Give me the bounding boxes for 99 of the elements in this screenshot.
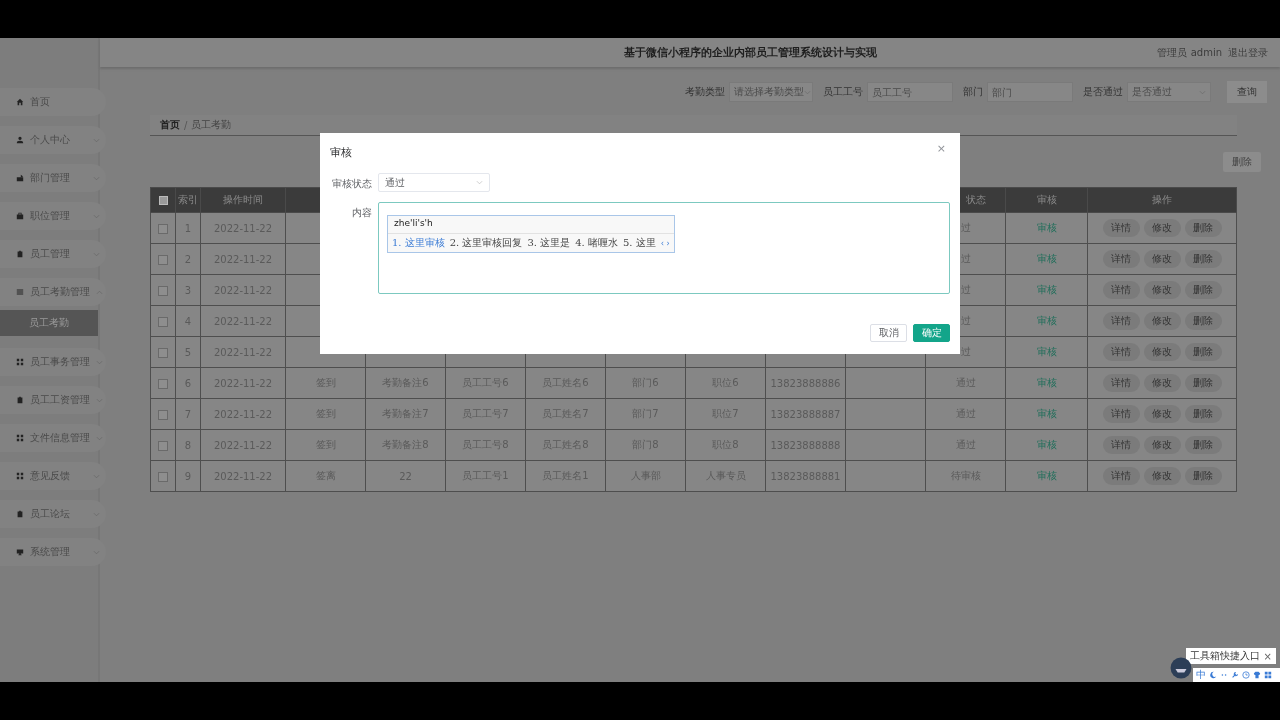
row-checkbox[interactable] [158,471,168,482]
ime-candidate[interactable]: 3. 这里是 [527,236,571,250]
close-button[interactable]: × [1263,650,1272,662]
row-checkbox[interactable] [158,316,168,327]
field-label: 审核状态 [331,177,372,191]
review-link[interactable]: 审核 [1036,315,1057,326]
cancel-button[interactable]: 取消 [870,324,907,342]
system-title: 基于微信小程序的企业内部员工管理系统设计与实现 [623,45,879,60]
filter-label: 是否通过 [1083,85,1123,99]
clipboard-icon [16,396,24,404]
review-link[interactable]: 审核 [1036,222,1057,233]
logout-link[interactable]: 退出登录 [1228,45,1268,60]
user-icon [16,136,24,144]
row-checkbox[interactable] [158,285,168,296]
column-header: 审核 [1005,187,1088,213]
column-header: 操作时间 [200,187,286,213]
submenu-item[interactable]: 员工考勤 [0,310,98,336]
breadcrumb-link[interactable]: 首页 [160,118,180,132]
action-button[interactable]: 详情 [1102,312,1140,330]
action-button[interactable]: 修改 [1143,219,1181,237]
wrench-icon[interactable] [1231,671,1239,679]
action-button[interactable]: 详情 [1102,405,1140,423]
filter-label: 员工工号 [823,85,863,99]
ime-candidate[interactable]: 1. 这里审核 [392,236,445,250]
action-button[interactable]: 删除 [1184,250,1222,268]
action-button[interactable]: 删除 [1184,374,1222,392]
action-button[interactable]: 修改 [1143,467,1181,485]
row-checkbox[interactable] [158,440,168,451]
filter-label: 部门 [963,85,983,99]
briefcase-icon [16,174,24,182]
action-button[interactable]: 详情 [1102,343,1140,361]
action-button[interactable]: 详情 [1102,250,1140,268]
grid-icon [16,358,24,366]
action-button[interactable]: 详情 [1102,219,1140,237]
action-button[interactable]: 删除 [1184,312,1222,330]
action-button[interactable]: 删除 [1184,219,1222,237]
action-button[interactable]: 删除 [1184,281,1222,299]
review-link[interactable]: 审核 [1036,377,1057,388]
action-button[interactable]: 修改 [1143,312,1181,330]
row-checkbox[interactable] [158,409,168,420]
ime-candidate[interactable]: 5. 这里 [622,236,656,250]
row-checkbox[interactable] [158,347,168,358]
confirm-button[interactable]: 确定 [913,324,950,342]
action-button[interactable]: 修改 [1143,281,1181,299]
tooltip-text: 工具箱快捷入口 [1189,649,1260,663]
action-button[interactable]: 修改 [1143,374,1181,392]
review-link[interactable]: 审核 [1036,408,1057,419]
avatar-icon[interactable] [1170,657,1192,679]
action-button[interactable]: 删除 [1184,436,1222,454]
ime-indicator[interactable]: 中 [1196,670,1206,680]
row-checkbox[interactable] [158,223,168,234]
dialog-title: 审核 [330,145,352,160]
delete-button[interactable]: 删除 [1223,152,1261,172]
review-link[interactable]: 审核 [1036,470,1057,481]
user-name: 管理员 admin [1157,45,1222,60]
monitor-icon [16,548,24,556]
status-select[interactable]: 通过 [378,173,490,192]
field-label: 内容 [351,206,372,220]
action-button[interactable]: 修改 [1143,343,1181,361]
action-button[interactable]: 修改 [1143,436,1181,454]
column-header: 索引 [175,187,201,213]
content-textarea[interactable]: zhe'li's'h 1. 这里审核 2. 这里审核回复 3. 这里是 4. 啫喱水 5. 这里 ‹ › [378,202,950,294]
dots-icon[interactable] [1220,671,1228,679]
action-button[interactable]: 详情 [1102,467,1140,485]
filter-label: 考勤类型 [685,85,725,99]
row-checkbox[interactable] [158,378,168,389]
bag-icon [16,212,24,220]
grid-icon [16,434,24,442]
chevron-icon [476,180,483,185]
action-button[interactable]: 删除 [1184,343,1222,361]
ime-composition: zhe'li's'h [388,216,674,234]
ime-candidate[interactable]: 2. 这里审核回复 [449,236,523,250]
grid-icon[interactable] [1264,671,1272,679]
action-button[interactable]: 修改 [1143,405,1181,423]
clipboard-icon [16,250,24,258]
review-link[interactable]: 审核 [1036,284,1057,295]
ime-pager[interactable]: ‹ › [660,238,670,248]
action-button[interactable]: 详情 [1102,281,1140,299]
search-button[interactable]: 查询 [1227,81,1267,103]
breadcrumb-separator: / [184,119,188,131]
action-button[interactable]: 详情 [1102,374,1140,392]
row-checkbox[interactable] [158,254,168,265]
review-link[interactable]: 审核 [1036,346,1057,357]
action-button[interactable]: 修改 [1143,250,1181,268]
grid-icon [16,472,24,480]
moon-icon[interactable] [1209,671,1217,679]
shirt-icon[interactable] [1253,671,1261,679]
ime-candidate[interactable]: 4. 啫喱水 [575,236,618,250]
action-button[interactable]: 详情 [1102,436,1140,454]
home-icon [16,98,24,106]
action-button[interactable]: 删除 [1184,405,1222,423]
review-link[interactable]: 审核 [1036,253,1057,264]
action-button[interactable]: 删除 [1184,467,1222,485]
clock-icon[interactable] [1242,671,1250,679]
clipboard-icon [16,510,24,518]
close-button[interactable]: × [932,143,950,154]
review-link[interactable]: 审核 [1036,439,1057,450]
column-header: 操作 [1087,187,1237,213]
select-all-checkbox[interactable] [158,196,168,205]
